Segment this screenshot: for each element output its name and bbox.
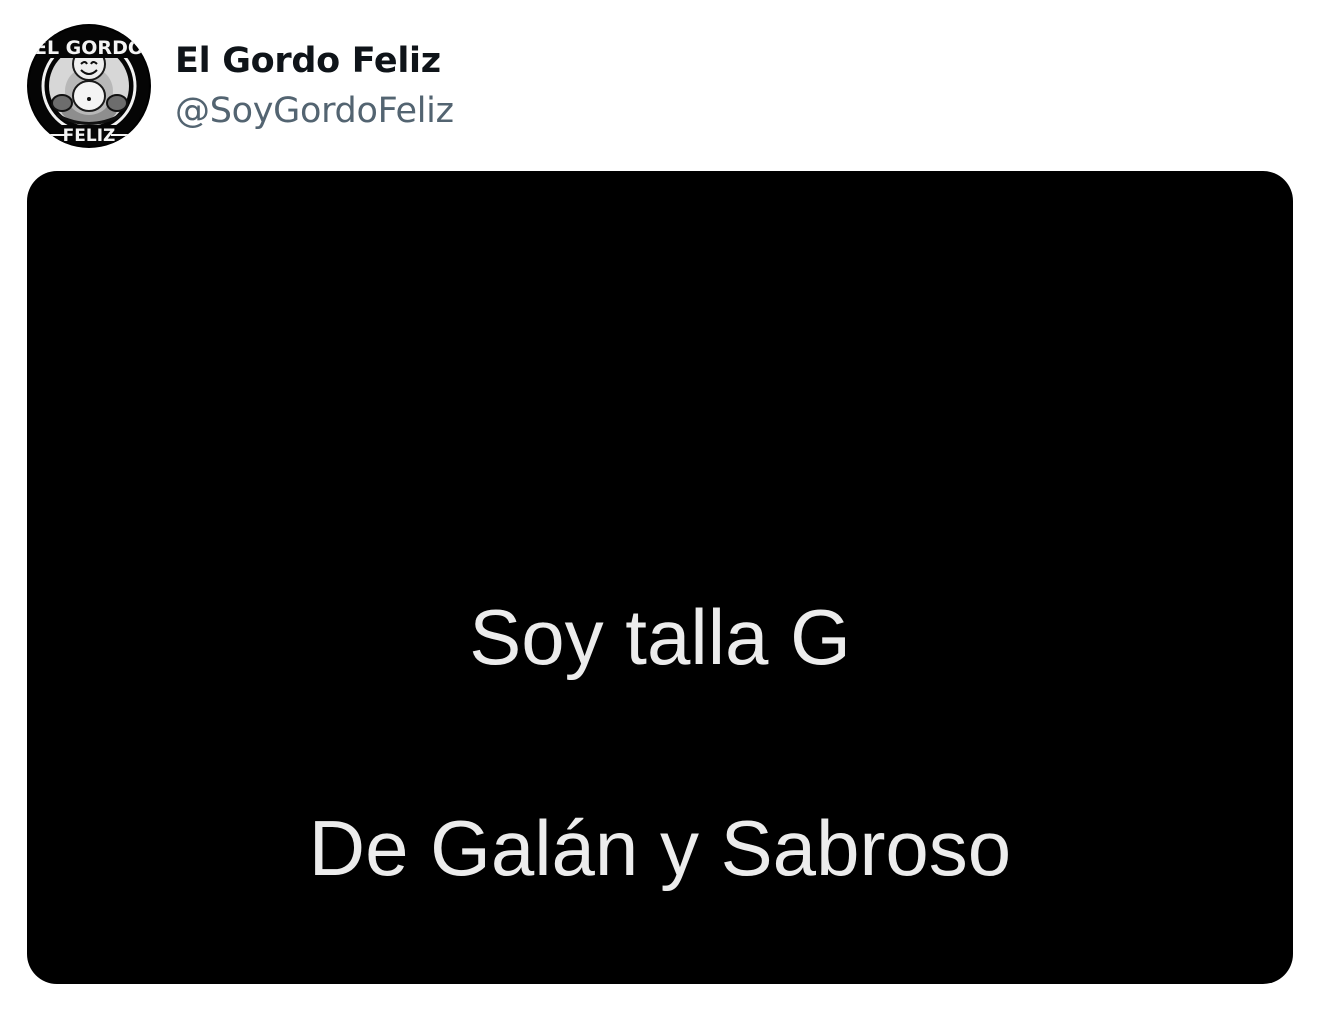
display-name[interactable]: El Gordo Feliz: [175, 39, 454, 83]
tweet-image[interactable]: Soy talla G De Galán y Sabroso: [27, 171, 1293, 984]
user-handle[interactable]: @SoyGordoFeliz: [175, 89, 454, 133]
image-caption-line-2: De Galán y Sabroso: [308, 804, 1012, 892]
author-identity: El Gordo Feliz @SoyGordoFeliz: [175, 24, 454, 148]
tweet-header: EL GORDO FELIZ El Gordo Feliz @SoyGordoF…: [27, 24, 454, 148]
laughing-buddha-logo-icon: EL GORDO FELIZ: [29, 26, 149, 146]
tweet: EL GORDO FELIZ El Gordo Feliz @SoyGordoF…: [0, 0, 1320, 1032]
svg-text:FELIZ: FELIZ: [63, 126, 116, 146]
image-caption-line-1: Soy talla G: [469, 593, 851, 681]
avatar[interactable]: EL GORDO FELIZ: [27, 24, 151, 148]
svg-text:EL GORDO: EL GORDO: [34, 37, 144, 59]
